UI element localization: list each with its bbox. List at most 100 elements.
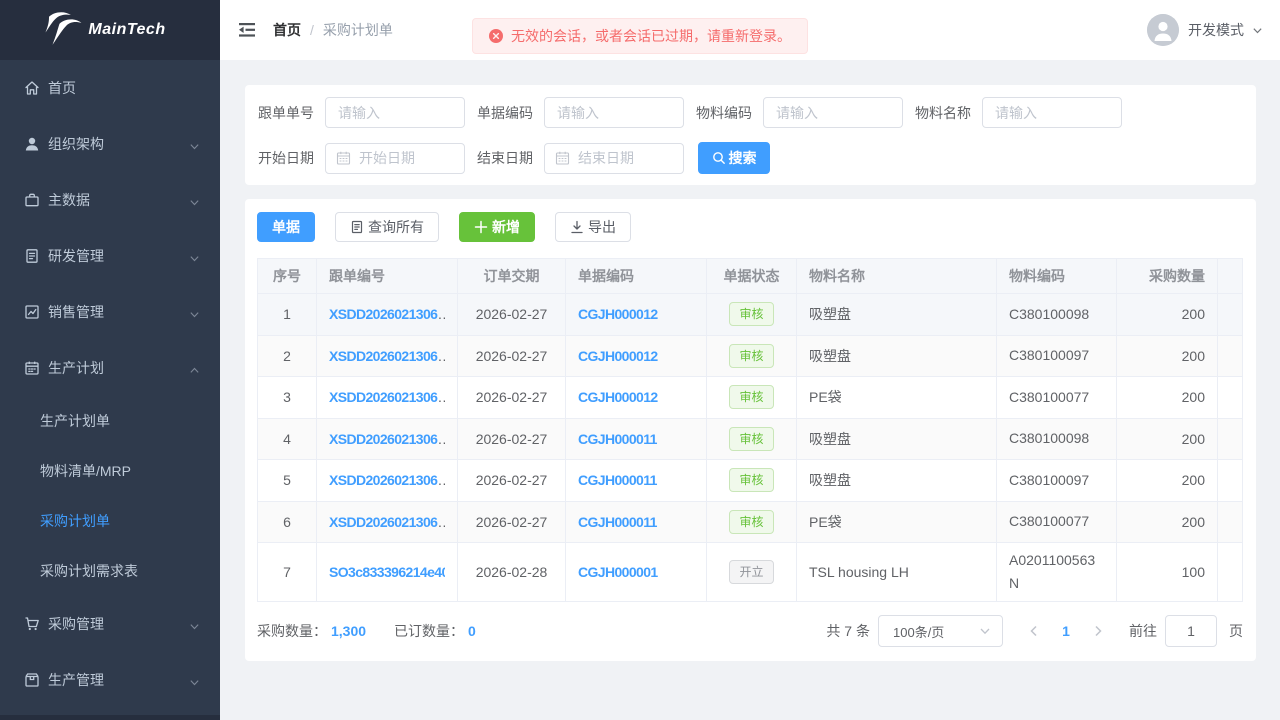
page-unit-label: 页 <box>1229 623 1243 639</box>
sidebar-item-主数据[interactable]: 主数据 <box>0 172 220 228</box>
toolbar-button-新增[interactable]: 新增 <box>459 212 535 242</box>
purchase-qty-summary: 采购数量： 1,300 <box>257 621 366 641</box>
chevron-down-icon <box>189 307 200 318</box>
column-header-gutter <box>1217 258 1243 294</box>
pagination-total: 共 7 条 <box>826 623 870 639</box>
cell-delivery-date: 2026-02-27 <box>457 293 566 336</box>
hamburger-icon[interactable] <box>238 22 256 38</box>
goto-page-input[interactable] <box>1165 615 1217 647</box>
toolbar-button-查询所有[interactable]: 查询所有 <box>335 212 439 242</box>
doc-no-link[interactable]: CGJH000012 <box>578 389 658 405</box>
error-toast: 无效的会话，或者会话已过期，请重新登录。 <box>472 18 808 54</box>
sidebar-item-采购管理[interactable]: 采购管理 <box>0 596 220 652</box>
breadcrumb-home[interactable]: 首页 <box>273 20 301 40</box>
cell-material-code: A0201100563N <box>996 542 1117 602</box>
document-icon <box>350 220 364 234</box>
cell-doc-no: CGJH000012 <box>565 376 707 419</box>
pagination: 共 7 条 100条/页 1 前往 1 页 <box>826 615 1243 647</box>
table-row-5[interactable]: 5XSDD2026021306…2026-02-27CGJH000011审核吸塑… <box>257 459 1243 502</box>
sidebar-item-label: 组织架构 <box>48 136 104 152</box>
cell-index: 4 <box>257 417 317 460</box>
sidebar-item-label: 生产计划 <box>48 360 104 376</box>
doc-no-link[interactable]: CGJH000011 <box>578 472 657 488</box>
form-item-开始日期: 开始日期 <box>258 142 465 174</box>
user-mode-label[interactable]: 开发模式 <box>1188 20 1244 40</box>
table-footer: 采购数量： 1,300 已订数量： 0 共 7 条 100条/页 1 前往 1 … <box>257 615 1243 647</box>
sidebar-subitem-采购计划单[interactable]: 采购计划单 <box>0 496 220 546</box>
search-form-row-1: 跟单单号 单据编码 物料编码 物料名称 <box>258 97 1243 128</box>
top-navbar: 首页 / 采购计划单 无效的会话，或者会话已过期，请重新登录。 开发模式 <box>220 0 1280 60</box>
truncation-ellipsis: … <box>437 472 445 488</box>
plus-icon <box>474 220 488 234</box>
text-input-box <box>544 97 684 128</box>
ordered-qty-value: 0 <box>468 623 476 639</box>
table-row-6[interactable]: 6XSDD2026021306…2026-02-27CGJH000011审核PE… <box>257 500 1243 543</box>
order-no-link[interactable]: XSDD2026021306 <box>329 389 438 405</box>
cell-material-code: C380100077 <box>996 376 1117 419</box>
search-input-物料名称[interactable] <box>983 98 1121 127</box>
order-no-link[interactable]: XSDD2026021306 <box>329 514 438 530</box>
truncation-ellipsis: … <box>437 514 445 530</box>
cell-doc-no: CGJH000011 <box>565 459 707 502</box>
search-button[interactable]: 搜索 <box>698 142 770 174</box>
next-page-button[interactable] <box>1082 615 1114 647</box>
doc-no-link[interactable]: CGJH000001 <box>578 564 658 580</box>
order-no-link[interactable]: SO3c833396214e40 <box>329 564 445 580</box>
toolbar-button-导出[interactable]: 导出 <box>555 212 631 242</box>
search-input-单据编码[interactable] <box>545 98 683 127</box>
sidebar-item-研发管理[interactable]: 研发管理 <box>0 228 220 284</box>
order-no-link[interactable]: XSDD2026021306 <box>329 348 438 364</box>
form-item-跟单单号: 跟单单号 <box>258 97 465 128</box>
sidebar-item-组织架构[interactable]: 组织架构 <box>0 116 220 172</box>
sidebar-item-首页[interactable]: 首页 <box>0 60 220 116</box>
cell-material-name: PE袋 <box>796 376 997 419</box>
column-header-单据状态: 单据状态 <box>706 258 797 294</box>
doc-no-link[interactable]: CGJH000012 <box>578 348 658 364</box>
sidebar-subitem-物料清单/MRP[interactable]: 物料清单/MRP <box>0 446 220 496</box>
column-header-跟单编号: 跟单编号 <box>316 258 458 294</box>
box-icon <box>24 672 40 688</box>
column-header-物料名称: 物料名称 <box>796 258 997 294</box>
order-no-link[interactable]: XSDD2026021306 <box>329 472 438 488</box>
calendar-icon <box>336 151 351 166</box>
cell-delivery-date: 2026-02-27 <box>457 459 566 502</box>
search-icon <box>712 151 726 165</box>
sidebar-item-销售管理[interactable]: 销售管理 <box>0 284 220 340</box>
caret-down-icon[interactable] <box>1252 25 1263 36</box>
table-row-1[interactable]: 1XSDD2026021306…2026-02-27CGJH000012审核吸塑… <box>257 293 1243 336</box>
table-row-7[interactable]: 7 SO3c833396214e40 2026-02-28 CGJH000001 开立 T… <box>257 542 1243 602</box>
order-no-link[interactable]: XSDD2026021306 <box>329 431 438 447</box>
sidebar-subitem-生产计划单[interactable]: 生产计划单 <box>0 396 220 446</box>
cell-material-name: 吸塑盘 <box>796 459 997 502</box>
current-page[interactable]: 1 <box>1050 623 1082 639</box>
sidebar-item-生产计划[interactable]: 生产计划 <box>0 340 220 396</box>
sidebar-subitem-采购计划需求表[interactable]: 采购计划需求表 <box>0 546 220 596</box>
sidebar-item-生产管理[interactable]: 生产管理 <box>0 652 220 708</box>
brand-logo: MainTech <box>0 0 220 60</box>
chevron-down-icon <box>189 139 200 150</box>
search-input-跟单单号[interactable] <box>326 98 464 127</box>
toolbar-button-label: 新增 <box>492 219 520 235</box>
form-item-物料名称: 物料名称 <box>915 97 1122 128</box>
cell-index: 3 <box>257 376 317 419</box>
cell-delivery-date: 2026-02-27 <box>457 417 566 460</box>
avatar[interactable] <box>1147 14 1179 46</box>
order-no-link[interactable]: XSDD2026021306 <box>329 306 438 322</box>
toolbar-button-单据[interactable]: 单据 <box>257 212 315 242</box>
toolbar-button-label: 单据 <box>272 219 300 235</box>
doc-no-link[interactable]: CGJH000012 <box>578 306 658 322</box>
doc-no-link[interactable]: CGJH000011 <box>578 514 657 530</box>
table-row-3[interactable]: 3XSDD2026021306…2026-02-27CGJH000012审核PE… <box>257 376 1243 419</box>
prev-page-button[interactable] <box>1018 615 1050 647</box>
doc-no-link[interactable]: CGJH000011 <box>578 431 657 447</box>
search-input-物料编码[interactable] <box>764 98 902 127</box>
sidebar: MainTech 首页组织架构主数据 研发管理 销售管理生产计划生产计划单 物料清单/… <box>0 0 220 720</box>
navbar-user[interactable]: 开发模式 <box>1147 14 1263 46</box>
table-row-4[interactable]: 4XSDD2026021306…2026-02-27CGJH000011审核吸塑… <box>257 417 1243 460</box>
cell-index: 5 <box>257 459 317 502</box>
cell-status: 审核 <box>706 293 797 336</box>
page-size-select[interactable]: 100条/页 <box>878 615 1003 647</box>
form-label: 单据编码 <box>477 104 533 121</box>
cell-delivery-date: 2026-02-27 <box>457 334 566 377</box>
table-row-2[interactable]: 2XSDD2026021306…2026-02-27CGJH000012审核吸塑… <box>257 334 1243 377</box>
